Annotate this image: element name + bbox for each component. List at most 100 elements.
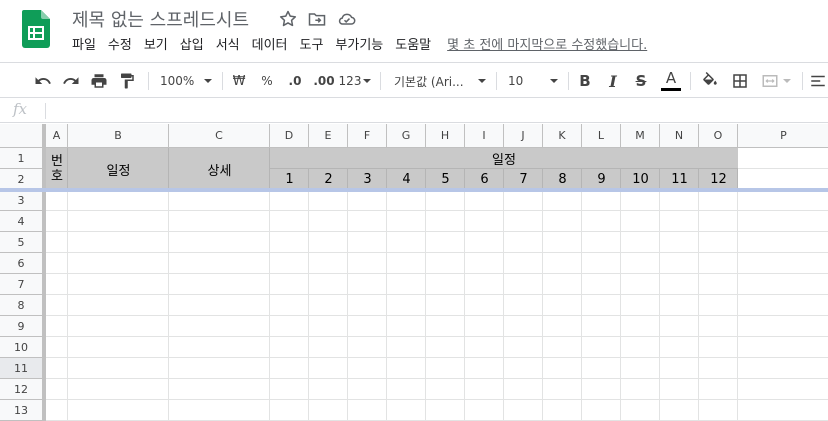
cell-b1-text: 일정	[106, 163, 131, 179]
month-label: 5	[441, 172, 450, 187]
row-header-12[interactable]: 12	[0, 379, 46, 400]
redo-icon	[63, 77, 79, 84]
chevron-down-icon	[363, 79, 372, 83]
paint-format-button[interactable]	[116, 63, 138, 99]
row-header-2[interactable]: 2	[0, 169, 46, 190]
font-size-select[interactable]: 10	[504, 63, 562, 99]
currency-format-button[interactable]: ₩	[228, 63, 250, 99]
column-header-b[interactable]: B	[68, 124, 169, 148]
month-label: 11	[671, 172, 688, 187]
row-gridline	[46, 294, 828, 295]
zoom-select[interactable]: 100%	[156, 63, 216, 99]
month-label: 8	[558, 172, 567, 187]
formula-bar: fx	[0, 99, 828, 123]
month-label: 12	[710, 172, 727, 187]
decrease-decimal-button[interactable]: .0	[282, 63, 308, 99]
column-header-e[interactable]: E	[309, 124, 348, 148]
freeze-row-handle[interactable]	[0, 188, 828, 192]
menu-data[interactable]: 데이터	[246, 37, 294, 57]
move-folder-icon[interactable]	[307, 9, 327, 29]
column-header-c[interactable]: C	[169, 124, 270, 148]
row-header-6[interactable]: 6	[0, 253, 46, 274]
menu-format[interactable]: 서식	[210, 37, 246, 57]
column-header-h[interactable]: H	[426, 124, 465, 148]
select-all-corner[interactable]	[0, 124, 46, 148]
row-header-11[interactable]: 11	[0, 358, 46, 379]
cell-d1-text: 일정	[492, 153, 516, 168]
chevron-down-icon	[550, 79, 558, 83]
menu-help[interactable]: 도움말	[389, 37, 437, 57]
column-header-f[interactable]: F	[348, 124, 387, 148]
percent-format-button[interactable]: %	[256, 63, 278, 99]
column-header-o[interactable]: O	[699, 124, 738, 148]
borders-icon	[733, 74, 747, 88]
column-header-i[interactable]: I	[465, 124, 504, 148]
column-header-l[interactable]: L	[582, 124, 621, 148]
horizontal-align-button[interactable]	[808, 63, 828, 99]
row-gridline	[46, 336, 828, 337]
toolbar: 100% ₩ % .0 .00 123 기본값 (Ari... 10 B I S…	[0, 62, 828, 98]
font-family-value: 기본값 (Ari...	[394, 74, 464, 89]
column-header-a[interactable]: A	[46, 124, 68, 148]
month-label: 2	[324, 172, 333, 187]
fx-icon: fx	[13, 100, 28, 118]
row-gridline	[46, 231, 828, 232]
star-icon[interactable]	[278, 9, 298, 29]
strikethrough-button[interactable]: S	[630, 63, 652, 99]
last-edit-link[interactable]: 몇 초 전에 마지막으로 수정했습니다.	[447, 37, 647, 57]
row-header-10[interactable]: 10	[0, 337, 46, 358]
row-header-13[interactable]: 13	[0, 400, 46, 421]
merge-cells-button[interactable]	[756, 63, 796, 99]
text-color-icon: A	[665, 69, 677, 87]
menu-insert[interactable]: 삽입	[174, 37, 210, 57]
menu-addons[interactable]: 부가기능	[329, 37, 389, 57]
redo-button[interactable]	[60, 63, 82, 99]
column-header-m[interactable]: M	[621, 124, 660, 148]
column-header-g[interactable]: G	[387, 124, 426, 148]
sheets-logo-icon[interactable]	[22, 10, 50, 48]
row-header-3[interactable]: 3	[0, 190, 46, 211]
row-header-8[interactable]: 8	[0, 295, 46, 316]
italic-button[interactable]: I	[602, 63, 624, 99]
month-label: 7	[519, 172, 528, 187]
row-header-5[interactable]: 5	[0, 232, 46, 253]
menu-tools[interactable]: 도구	[294, 37, 330, 57]
row-header-4[interactable]: 4	[0, 211, 46, 232]
formula-input[interactable]	[50, 99, 828, 123]
row-gridline	[46, 210, 828, 211]
number-format-select[interactable]: 123	[338, 63, 372, 99]
zoom-value: 100%	[160, 74, 195, 88]
increase-decimal-button[interactable]: .00	[310, 63, 338, 99]
font-size-value: 10	[508, 74, 524, 88]
undo-button[interactable]	[32, 63, 54, 99]
font-family-select[interactable]: 기본값 (Ari...	[390, 63, 490, 99]
borders-button[interactable]	[728, 63, 752, 99]
column-header-p[interactable]: P	[738, 124, 828, 148]
menu-edit[interactable]: 수정	[102, 37, 138, 57]
row-gridline	[46, 273, 828, 274]
fill-color-button[interactable]	[698, 63, 722, 99]
column-header-d[interactable]: D	[270, 124, 309, 148]
cloud-saved-icon[interactable]	[337, 9, 357, 29]
bold-button[interactable]: B	[574, 63, 596, 99]
row-header-7[interactable]: 7	[0, 274, 46, 295]
menu-file[interactable]: 파일	[66, 37, 102, 57]
row-gridline	[46, 315, 828, 316]
chevron-down-icon	[783, 79, 791, 83]
row-header-1[interactable]: 1	[0, 148, 46, 169]
undo-icon	[35, 77, 51, 84]
menu-bar: 파일 수정 보기 삽입 서식 데이터 도구 부가기능 도움말 몇 초 전에 마지…	[66, 37, 647, 57]
row-header-9[interactable]: 9	[0, 316, 46, 337]
menu-view[interactable]: 보기	[138, 37, 174, 57]
print-button[interactable]	[88, 63, 110, 99]
bold-icon: B	[579, 72, 591, 90]
text-color-button[interactable]: A	[658, 63, 684, 99]
row-gridline	[46, 399, 828, 400]
column-header-n[interactable]: N	[660, 124, 699, 148]
spreadsheet-grid[interactable]: 번호 일정 상세 일정 1 2 3 4 5 6 7 8 9 10 11 12 A B C D E F G H I J K L M N O P 1…	[0, 124, 828, 421]
month-label: 9	[597, 172, 606, 187]
month-label: 3	[363, 172, 372, 187]
column-header-j[interactable]: J	[504, 124, 543, 148]
column-header-k[interactable]: K	[543, 124, 582, 148]
document-title[interactable]: 제목 없는 스프레드시트	[72, 6, 249, 32]
